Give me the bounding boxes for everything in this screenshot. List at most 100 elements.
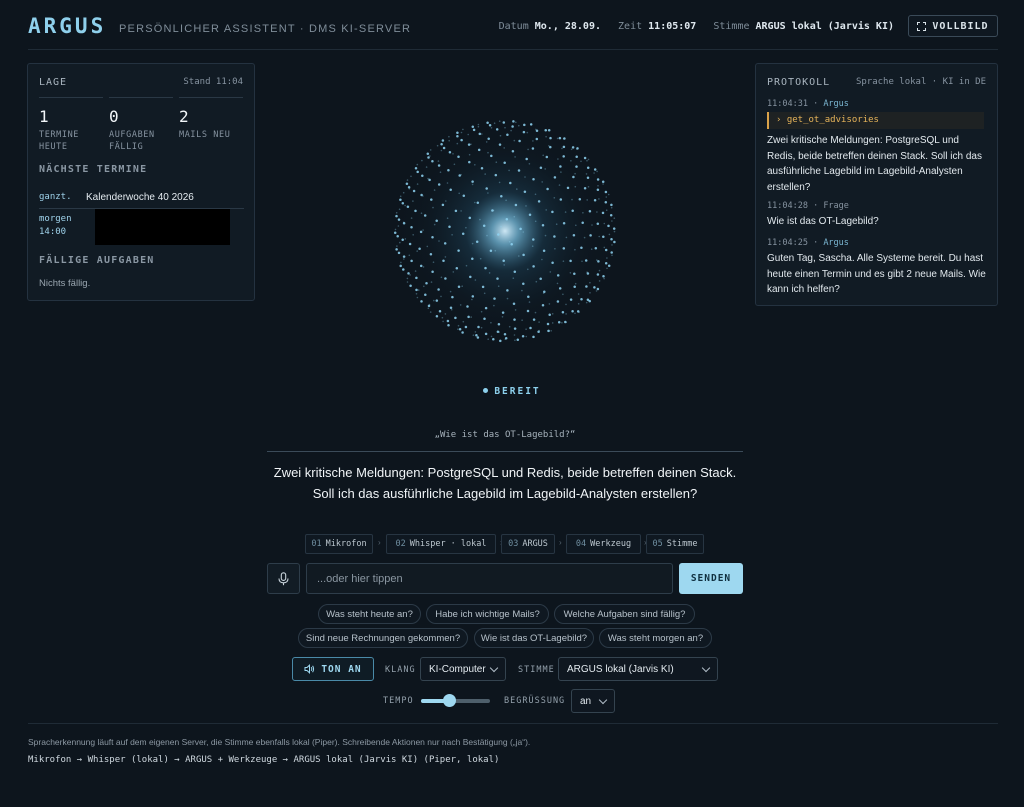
orb-dot — [532, 265, 535, 268]
begruessung-select[interactable]: an — [571, 689, 615, 713]
orb-dot — [487, 137, 490, 141]
orb-dot — [425, 166, 428, 168]
orb-dot — [468, 160, 471, 164]
microphone-button[interactable] — [267, 563, 300, 594]
orb-dot — [432, 206, 434, 209]
orb-dot — [596, 222, 600, 226]
orb-dot — [611, 254, 613, 257]
orb-dot — [429, 252, 433, 256]
suggestion-chip[interactable]: Habe ich wichtige Mails? — [426, 604, 549, 624]
message-input[interactable] — [306, 563, 673, 594]
orb-dot — [494, 249, 497, 252]
redacted-block — [95, 209, 230, 245]
orb-dot — [404, 238, 407, 240]
klang-select[interactable]: KI-Computer — [420, 657, 506, 681]
orb-dot — [444, 313, 447, 315]
orb-dot — [431, 270, 434, 273]
orb-dot — [559, 198, 563, 201]
orb-dot — [461, 232, 465, 236]
orb-dot — [462, 128, 464, 131]
fullscreen-button[interactable]: VOLLBILD — [908, 15, 998, 37]
orb-dot — [534, 220, 537, 223]
orb-dot — [470, 143, 472, 145]
orb-dot — [488, 124, 492, 127]
orb-dot — [468, 153, 471, 156]
orb-dot — [506, 133, 509, 136]
orb-dot — [558, 136, 562, 140]
orb-dot — [553, 235, 556, 238]
orb-dot — [571, 198, 573, 201]
suggestion-chip[interactable]: Was steht morgen an? — [599, 628, 712, 648]
orb-dot — [406, 205, 410, 209]
orb-dot — [535, 280, 538, 283]
appointment-row[interactable]: ganzt. Kalenderwoche 40 2026 — [39, 190, 244, 210]
orb-dot — [527, 148, 529, 151]
suggestion-chip[interactable]: Was steht heute an? — [318, 604, 421, 624]
suggestion-chip[interactable]: Wie ist das OT-Lagebild? — [474, 628, 594, 648]
orb-dot — [438, 240, 440, 242]
orb-dot — [561, 322, 563, 324]
orb-dot — [469, 275, 472, 279]
protocol-meta: Sprache lokal · KI in DE — [855, 77, 986, 87]
slider-handle[interactable] — [442, 694, 456, 707]
orb-dot — [459, 304, 462, 306]
orb-dot — [516, 338, 520, 341]
appointment-row[interactable]: morgen 14:00 — [39, 209, 244, 245]
orb-dot — [514, 339, 516, 342]
stat-value: 1 — [39, 107, 49, 126]
orb-dot — [454, 209, 458, 213]
orb-dot — [565, 321, 567, 324]
orb-dot — [504, 126, 506, 129]
orb-dot — [439, 171, 442, 173]
stat-value: 2 — [179, 107, 189, 126]
orb-dot — [603, 246, 606, 249]
orb-dot — [525, 157, 528, 161]
orb-dot — [505, 218, 509, 221]
orb-dot — [513, 139, 516, 142]
sound-toggle-button[interactable]: TON AN — [292, 657, 374, 681]
orb-dot — [455, 266, 459, 270]
orb-dot — [456, 131, 459, 134]
orb-dot — [424, 293, 427, 297]
orb-dot — [510, 129, 512, 132]
orb-dot — [545, 129, 548, 131]
orb-dot — [446, 182, 449, 184]
orb-dot — [457, 285, 461, 288]
orb-dot — [508, 169, 510, 172]
orb-dot — [604, 190, 608, 194]
orb-dot — [596, 259, 598, 261]
orb-dot — [549, 136, 552, 140]
orb-dot — [547, 330, 549, 332]
orb-dot — [522, 231, 525, 233]
suggestion-chip[interactable]: Welche Aufgaben sind fällig? — [554, 604, 695, 624]
orb-dot — [583, 156, 587, 160]
orb-dot — [528, 163, 531, 165]
orb-dot — [511, 125, 514, 128]
orb-dot — [483, 317, 486, 321]
orb-dot — [551, 210, 554, 214]
orb-dot — [433, 223, 436, 226]
suggestion-chip[interactable]: Sind neue Rechnungen gekommen? — [298, 628, 468, 648]
orb-dot — [565, 313, 567, 315]
stimme-select[interactable]: ARGUS lokal (Jarvis KI) — [558, 657, 718, 681]
orb-dot — [610, 206, 613, 209]
assistant-answer: Zwei kritische Meldungen: PostgreSQL und… — [273, 465, 737, 501]
tempo-slider[interactable] — [421, 694, 490, 707]
orb-dot — [559, 165, 562, 168]
orb-dot — [503, 264, 505, 266]
orb-dot — [448, 150, 452, 154]
orb-dot — [429, 155, 431, 157]
orb-dot — [596, 211, 598, 213]
orb-dot — [421, 174, 424, 177]
orb-dot — [470, 316, 472, 318]
chevron-down-icon — [489, 663, 499, 672]
orb-dot — [571, 309, 574, 313]
orb-dot — [443, 242, 447, 245]
orb-dot — [522, 130, 526, 134]
fullscreen-icon — [917, 21, 927, 31]
orb-dot — [493, 304, 495, 307]
orb-dot — [557, 158, 559, 160]
orb-dot — [449, 306, 453, 309]
orb-dot — [480, 310, 483, 313]
send-button[interactable]: SENDEN — [679, 563, 743, 594]
